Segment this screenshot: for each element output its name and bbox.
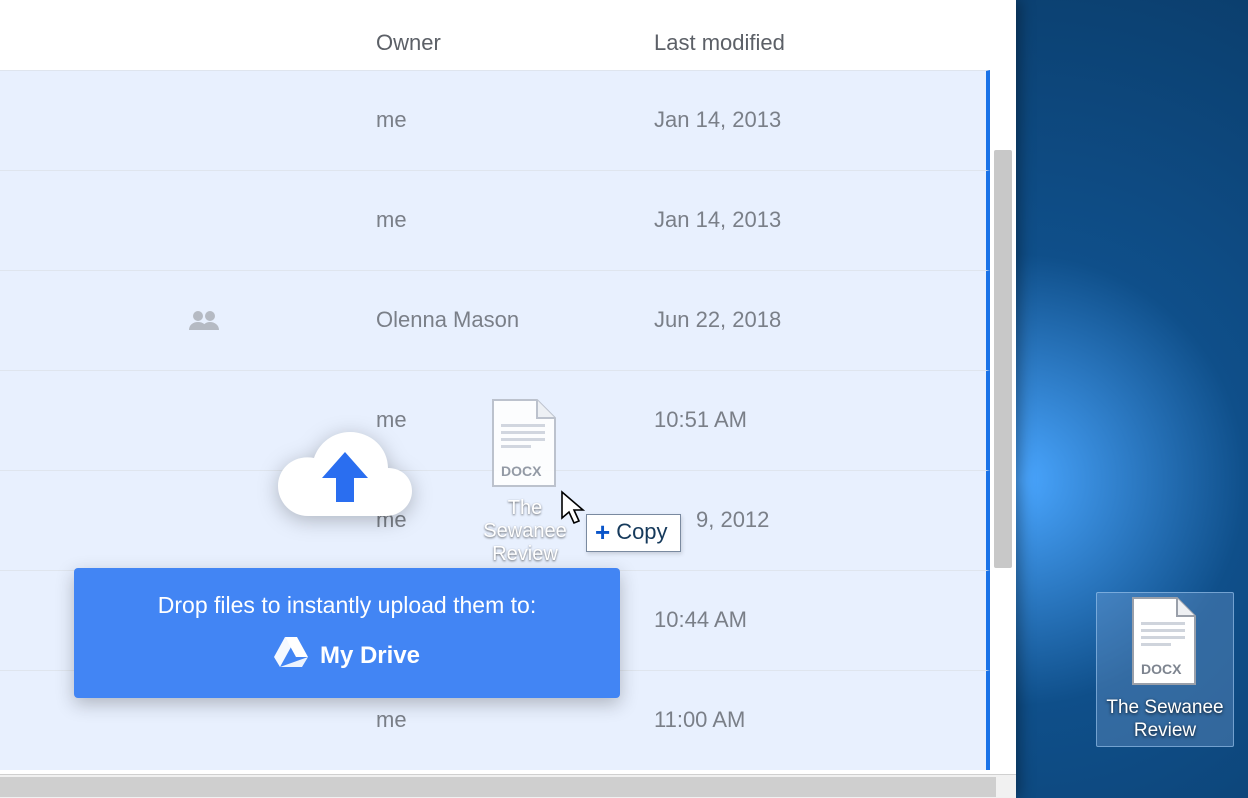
- table-row[interactable]: Olenna Mason Jun 22, 2018: [0, 270, 990, 370]
- desktop: Owner Last modified me Jan 14, 2013 me J…: [0, 0, 1248, 798]
- desktop-file-label: The Sewanee Review: [1100, 697, 1230, 743]
- column-header-row: Owner Last modified: [0, 0, 990, 70]
- svg-text:DOCX: DOCX: [1141, 661, 1182, 677]
- horizontal-scrollbar[interactable]: [0, 774, 1016, 798]
- drop-upload-banner: Drop files to instantly upload them to: …: [74, 568, 620, 698]
- column-header-modified[interactable]: Last modified: [654, 30, 785, 56]
- owner-cell: me: [376, 707, 407, 733]
- modified-cell: 10:51 AM: [654, 407, 747, 433]
- modified-cell: Jun 22, 2018: [654, 307, 781, 333]
- modified-cell: Jan 14, 2013: [654, 207, 781, 233]
- vertical-scrollbar[interactable]: [994, 150, 1012, 568]
- table-row[interactable]: me Jan 14, 2013: [0, 70, 990, 170]
- drop-banner-destination: My Drive: [320, 642, 420, 670]
- horizontal-scrollbar-thumb[interactable]: [0, 777, 996, 797]
- table-row[interactable]: me 10:51 AM: [0, 370, 990, 470]
- cloud-upload-icon: [270, 420, 420, 530]
- column-header-owner[interactable]: Owner: [376, 30, 441, 56]
- modified-cell: Jan 14, 2013: [654, 107, 781, 133]
- shared-icon: [188, 309, 220, 336]
- table-row[interactable]: me Jan 14, 2013: [0, 170, 990, 270]
- drive-logo-icon: [274, 637, 308, 674]
- desktop-file-icon[interactable]: DOCX The Sewanee Review: [1100, 596, 1230, 743]
- drag-copy-tooltip: + Copy: [586, 514, 681, 552]
- modified-cell: 9, 2012: [696, 507, 769, 533]
- plus-icon: +: [595, 519, 610, 545]
- modified-cell: 11:00 AM: [654, 707, 745, 733]
- browser-window: Owner Last modified me Jan 14, 2013 me J…: [0, 0, 1016, 798]
- table-row[interactable]: me 9, 2012: [0, 470, 990, 570]
- modified-cell: 10:44 AM: [654, 607, 747, 633]
- owner-cell: me: [376, 107, 407, 133]
- docx-file-icon: DOCX: [1129, 596, 1201, 688]
- owner-cell: Olenna Mason: [376, 307, 519, 333]
- drop-banner-text: Drop files to instantly upload them to:: [74, 592, 620, 619]
- owner-cell: me: [376, 207, 407, 233]
- copy-tooltip-label: Copy: [616, 519, 667, 545]
